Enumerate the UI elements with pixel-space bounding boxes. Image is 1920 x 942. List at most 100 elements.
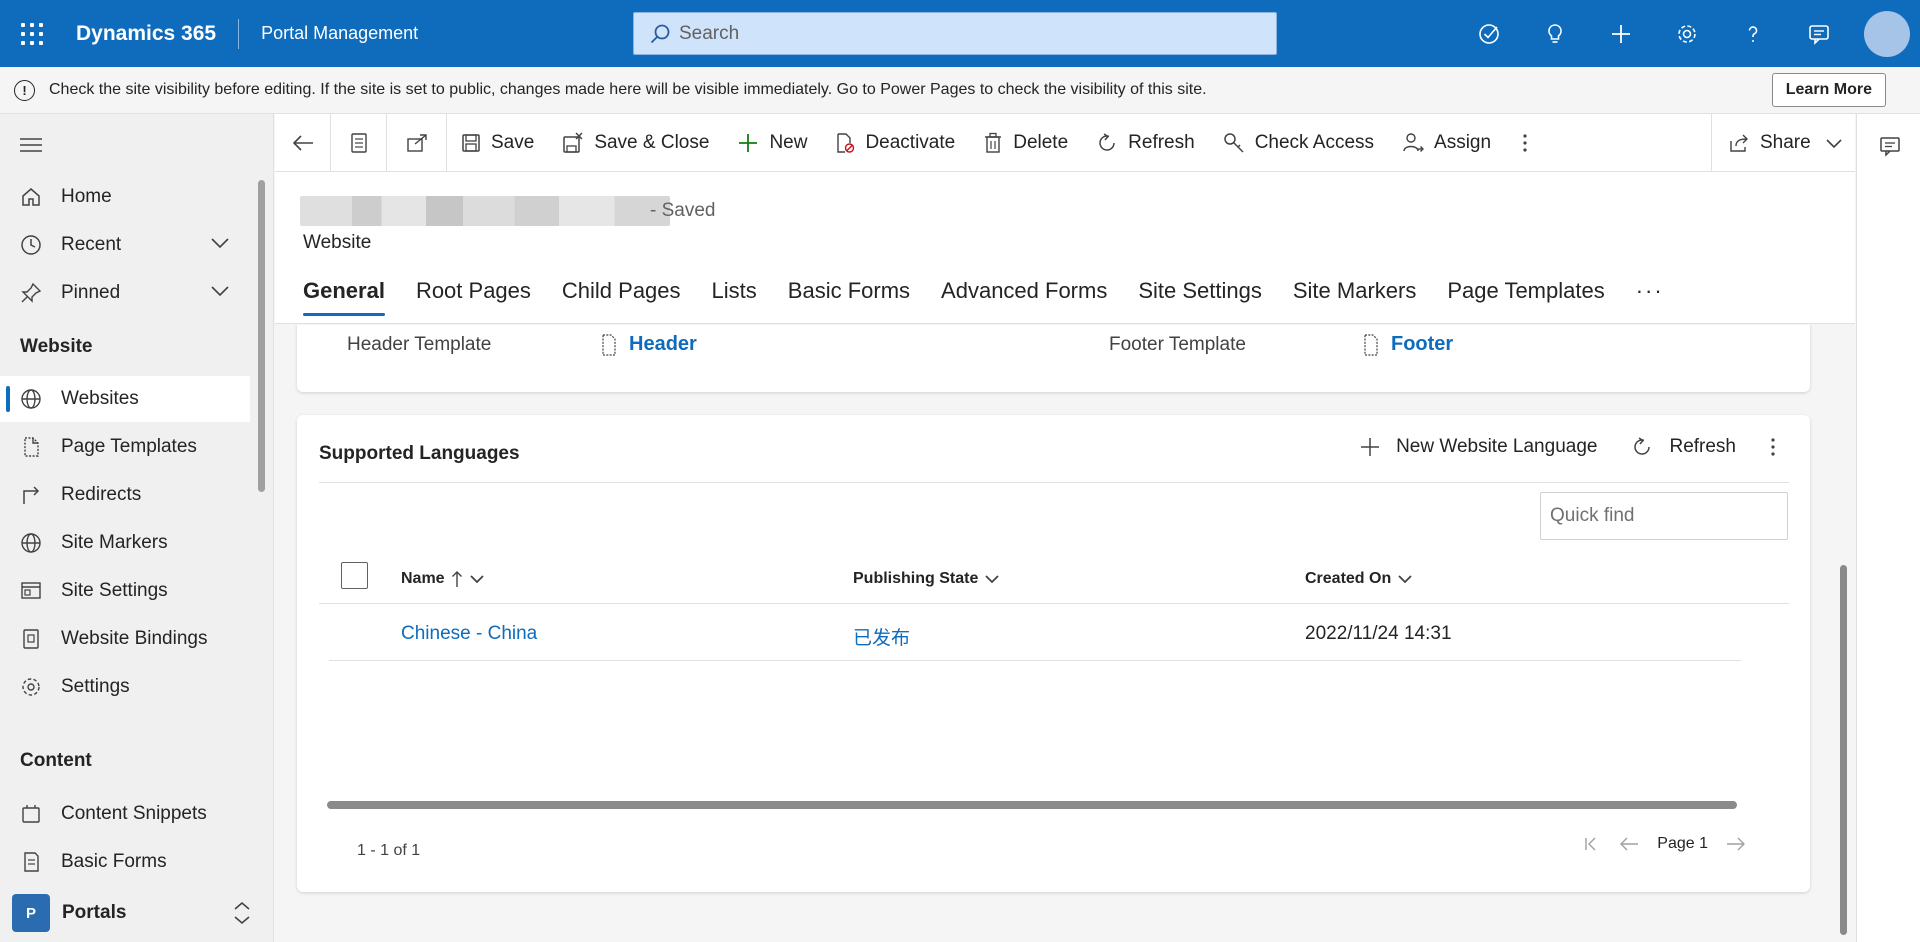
first-page-icon[interactable] xyxy=(1583,836,1599,852)
gear-icon[interactable] xyxy=(1654,0,1720,67)
learn-more-button[interactable]: Learn More xyxy=(1771,73,1886,107)
sidebar-item-websites[interactable]: Websites xyxy=(0,376,250,422)
sidebar-item-label: Site Settings xyxy=(61,580,168,601)
task-check-icon[interactable] xyxy=(1456,0,1522,67)
open-in-new-icon xyxy=(406,133,427,152)
arrow-right-icon[interactable] xyxy=(1726,836,1746,852)
key-icon xyxy=(1223,132,1244,153)
tab-site-settings[interactable]: Site Settings xyxy=(1138,278,1262,316)
tab-advanced-forms[interactable]: Advanced Forms xyxy=(941,278,1107,316)
notification-text: Check the site visibility before editing… xyxy=(49,81,1207,98)
arrow-left-icon[interactable] xyxy=(1619,836,1639,852)
record-save-status: - Saved xyxy=(650,200,716,221)
chevron-down-icon[interactable] xyxy=(210,284,230,298)
column-header-label: Publishing State xyxy=(853,570,979,587)
sidebar-item-label: Site Markers xyxy=(61,532,168,553)
sidebar-item-home[interactable]: Home xyxy=(0,174,250,220)
check-access-button[interactable]: Check Access xyxy=(1209,114,1388,172)
share-button[interactable]: Share xyxy=(1711,114,1855,172)
right-rail xyxy=(1856,114,1920,942)
sidebar-item-recent[interactable]: Recent xyxy=(0,222,250,268)
sidebar-item-basic-forms[interactable]: Basic Forms xyxy=(0,839,250,885)
search-input[interactable]: Search xyxy=(633,12,1277,55)
horizontal-scrollbar[interactable] xyxy=(327,801,1737,809)
hamburger-icon[interactable] xyxy=(20,136,42,159)
delete-button[interactable]: Delete xyxy=(969,114,1082,172)
tab-root-pages[interactable]: Root Pages xyxy=(416,278,531,316)
assign-label: Assign xyxy=(1434,131,1492,153)
subgrid-title: Supported Languages xyxy=(319,443,520,464)
vertical-scrollbar[interactable] xyxy=(1840,565,1847,935)
refresh-button[interactable]: Refresh xyxy=(1082,114,1209,172)
open-new-window-button[interactable] xyxy=(387,113,447,172)
app-launcher-icon[interactable] xyxy=(0,0,64,67)
new-website-language-button[interactable]: New Website Language xyxy=(1360,436,1597,458)
sidebar-item-label: Pinned xyxy=(61,282,121,303)
app-name[interactable]: Portal Management xyxy=(239,23,635,44)
save-button[interactable]: Save xyxy=(447,114,548,172)
sidebar-item-site-settings[interactable]: Site Settings xyxy=(0,568,250,614)
sidebar-item-settings[interactable]: Settings xyxy=(0,664,250,710)
sidebar-item-redirects[interactable]: Redirects xyxy=(0,472,250,518)
search-icon xyxy=(650,24,670,43)
plus-icon[interactable] xyxy=(1588,0,1654,67)
column-header-name[interactable]: Name xyxy=(401,570,485,588)
more-commands-button[interactable] xyxy=(1505,114,1545,172)
delete-label: Delete xyxy=(1013,131,1069,153)
chevron-down-icon xyxy=(469,575,484,584)
save-and-close-button[interactable]: Save & Close xyxy=(548,114,723,172)
chevron-down-icon[interactable] xyxy=(210,236,230,250)
comment-icon[interactable] xyxy=(1878,134,1902,158)
site-settings-icon xyxy=(20,580,42,602)
column-header-created-on[interactable]: Created On xyxy=(1305,570,1413,588)
new-button[interactable]: New xyxy=(723,114,821,172)
sidebar-scrollbar[interactable] xyxy=(258,180,265,492)
sidebar-item-content-snippets[interactable]: Content Snippets xyxy=(0,791,250,837)
tab-page-templates[interactable]: Page Templates xyxy=(1447,278,1604,316)
select-all-checkbox[interactable] xyxy=(341,562,368,589)
area-switcher[interactable]: P Portals xyxy=(0,884,274,942)
subgrid-refresh-label: Refresh xyxy=(1669,436,1736,457)
tab-basic-forms[interactable]: Basic Forms xyxy=(788,278,910,316)
document-icon xyxy=(350,132,367,153)
tab-lists[interactable]: Lists xyxy=(712,278,757,316)
tab-general[interactable]: General xyxy=(303,278,385,316)
subgrid-more-button[interactable] xyxy=(1770,436,1792,458)
row-name-link[interactable]: Chinese - China xyxy=(401,623,537,645)
sidebar-item-label: Websites xyxy=(61,388,139,409)
quick-find-input[interactable]: Quick find xyxy=(1540,492,1788,540)
form-body: Header Template Header Footer Template F… xyxy=(275,325,1855,942)
gear-icon xyxy=(20,676,42,698)
avatar[interactable] xyxy=(1864,10,1910,57)
form-view-button[interactable] xyxy=(331,113,387,172)
tabs-overflow-button[interactable]: ··· xyxy=(1636,278,1664,316)
sidebar-item-label: Basic Forms xyxy=(61,851,167,872)
chevron-down-icon xyxy=(1398,575,1412,584)
assign-person-icon xyxy=(1403,132,1425,152)
lightbulb-icon[interactable] xyxy=(1522,0,1588,67)
column-header-publishing-state[interactable]: Publishing State xyxy=(853,570,1000,588)
header-template-link[interactable]: Header xyxy=(601,333,697,356)
sidebar-item-pinned[interactable]: Pinned xyxy=(0,270,250,316)
tab-site-markers[interactable]: Site Markers xyxy=(1293,278,1416,316)
sidebar-section-website: Website xyxy=(20,336,93,357)
footer-template-link[interactable]: Footer xyxy=(1363,333,1453,356)
sidebar-item-site-markers[interactable]: Site Markers xyxy=(0,520,250,566)
row-publishing-state-link[interactable]: 已发布 xyxy=(853,623,910,650)
subgrid-refresh-button[interactable]: Refresh xyxy=(1631,436,1736,458)
sidebar-item-page-templates[interactable]: Page Templates xyxy=(0,424,250,470)
help-icon[interactable] xyxy=(1720,0,1786,67)
new-label: New xyxy=(769,131,808,153)
sidebar-item-website-bindings[interactable]: Website Bindings xyxy=(0,616,250,662)
back-button[interactable] xyxy=(275,113,331,172)
tab-child-pages[interactable]: Child Pages xyxy=(562,278,681,316)
brand-title[interactable]: Dynamics 365 xyxy=(64,18,240,49)
arrow-left-icon xyxy=(292,134,313,151)
assign-button[interactable]: Assign xyxy=(1388,114,1505,172)
deactivate-button[interactable]: Deactivate xyxy=(821,114,969,172)
chat-icon[interactable] xyxy=(1786,0,1852,67)
refresh-icon xyxy=(1634,437,1651,455)
info-icon: ! xyxy=(14,79,35,101)
table-row[interactable]: Chinese - China 已发布 2022/11/24 14:31 xyxy=(329,605,1741,661)
page-indicator: Page 1 xyxy=(1657,835,1708,852)
